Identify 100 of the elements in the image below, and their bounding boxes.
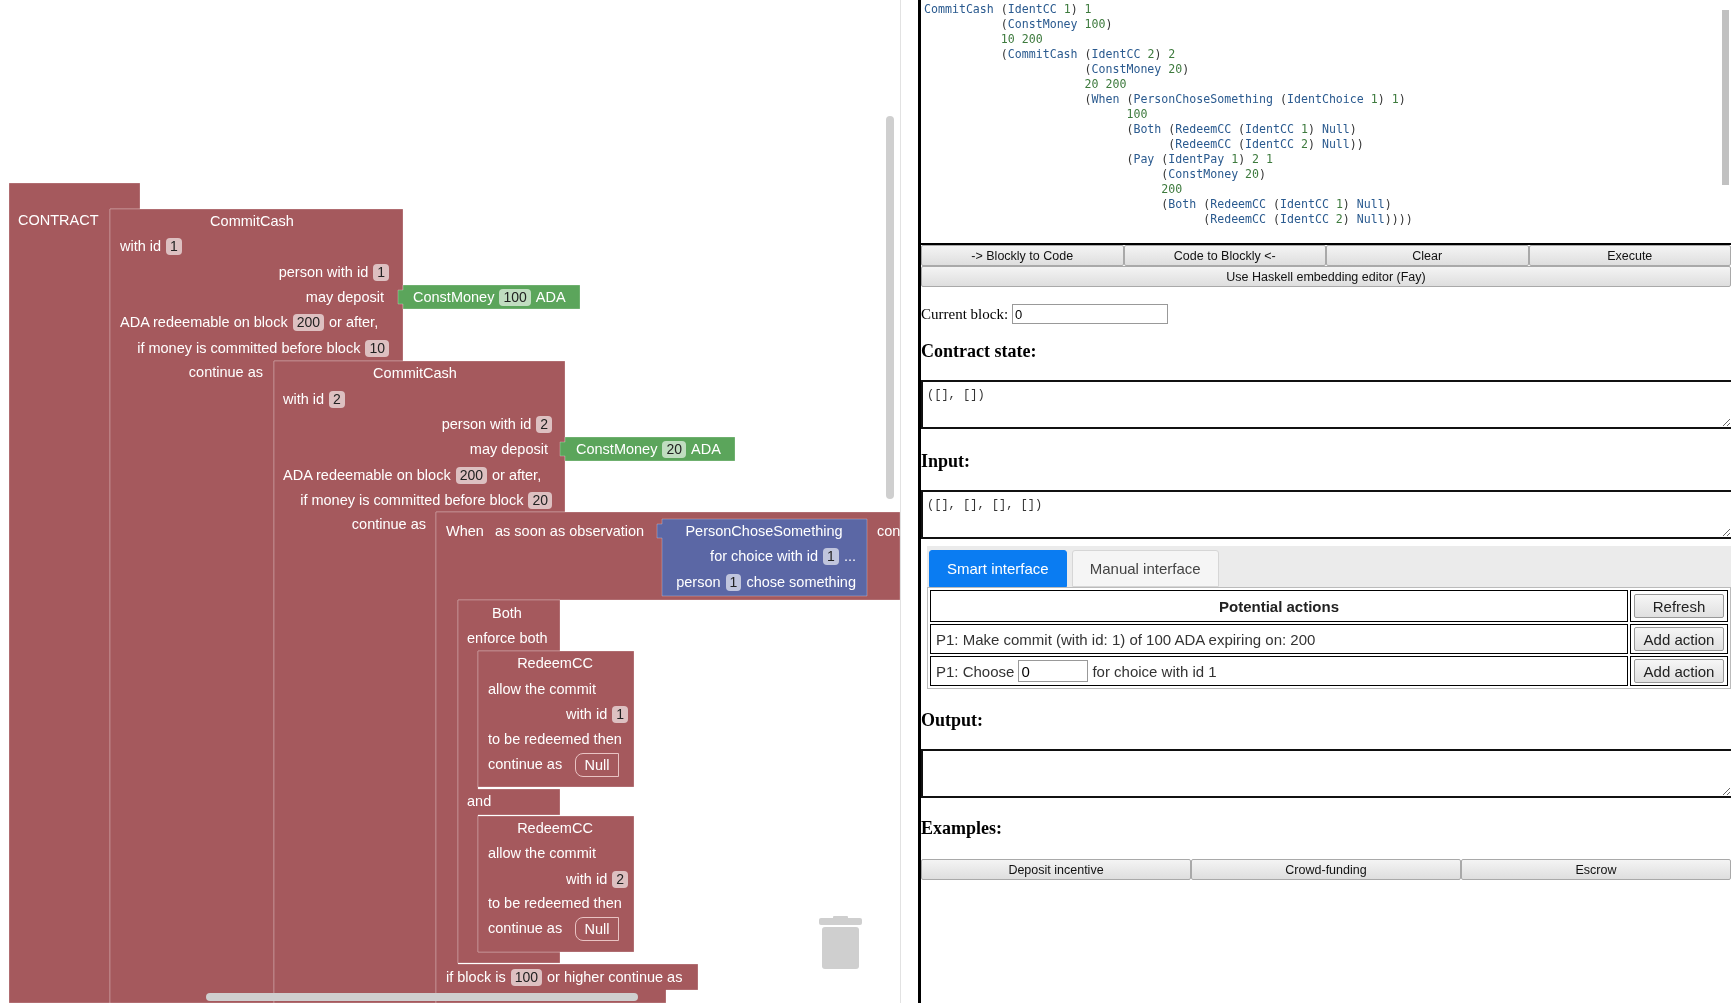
block-label: or after, bbox=[492, 467, 542, 483]
block-label: enforce both bbox=[467, 630, 548, 646]
block-label: or higher continue as bbox=[547, 969, 683, 985]
block-label: and bbox=[467, 793, 492, 809]
number-field[interactable]: 200 bbox=[455, 466, 487, 484]
number-field[interactable]: 1 bbox=[166, 237, 182, 255]
code-line: (RedeemCC (IdentCC 2) Null)) bbox=[1167, 137, 1365, 152]
block-label: ConstMoney bbox=[413, 289, 495, 305]
table-header: Potential actions bbox=[930, 590, 1628, 622]
null-block[interactable]: Null bbox=[575, 917, 619, 941]
block-label: allow the commit bbox=[488, 681, 596, 697]
block-label: or after, bbox=[329, 314, 379, 330]
code-line: (RedeemCC (IdentCC 2) Null)))) bbox=[1202, 212, 1414, 227]
input-field[interactable]: ([], [], [], []) bbox=[921, 490, 1731, 539]
number-field[interactable]: 20 bbox=[662, 440, 686, 458]
block-label: may deposit bbox=[469, 441, 548, 457]
value-block[interactable] bbox=[559, 436, 736, 462]
cell-text: P1: Choose bbox=[936, 662, 1015, 680]
code-line: 200 bbox=[1160, 182, 1184, 197]
code-line: 10 200 bbox=[999, 32, 1044, 47]
block-label: ... bbox=[843, 548, 856, 564]
cell-text: for choice with id 1 bbox=[1092, 662, 1217, 680]
code-line: (CommitCash (IdentCC 2) 2 bbox=[999, 47, 1177, 62]
field-label: Current block: bbox=[921, 305, 1009, 323]
block-label: to be redeemed then bbox=[488, 895, 622, 911]
block-label: if money is committed before block bbox=[300, 492, 524, 508]
block-label: chose something bbox=[746, 574, 856, 590]
block-label: as soon as observation bbox=[495, 523, 645, 539]
block-label: When bbox=[446, 523, 484, 539]
output-field[interactable] bbox=[921, 749, 1731, 798]
table-cell: P1: Make commit (with id: 1) of 100 ADA expiring on: 200 bbox=[930, 624, 1628, 654]
number-field[interactable]: 1 bbox=[373, 263, 389, 281]
block-label: CONTRACT bbox=[18, 212, 99, 228]
block-label: to be redeemed then bbox=[488, 731, 622, 747]
number-field[interactable]: 100 bbox=[499, 288, 531, 306]
toolbar-button[interactable]: -> Blockly to Code bbox=[921, 245, 1124, 266]
code-line: (Both (RedeemCC (IdentCC 1) Null) bbox=[1160, 197, 1393, 212]
add-action-button[interactable]: Add action bbox=[1634, 627, 1724, 651]
block-label: continue as bbox=[188, 364, 263, 380]
code-line: (ConstMoney 20) bbox=[1083, 62, 1191, 77]
number-field[interactable]: 10 bbox=[365, 339, 389, 357]
contract-state-field[interactable]: ([], []) bbox=[921, 380, 1731, 429]
block-label: continue as bbox=[351, 516, 426, 532]
block-label: continue as bbox=[488, 756, 563, 772]
code-line: (Pay (IdentPay 1) 2 1 bbox=[1125, 152, 1275, 167]
scrollbar[interactable] bbox=[206, 993, 638, 1001]
example-button[interactable]: Deposit incentive bbox=[921, 859, 1191, 880]
code-line: (ConstMoney 100) bbox=[999, 17, 1114, 32]
block-label: PersonChoseSomething bbox=[685, 523, 843, 539]
block-label: with id bbox=[566, 706, 608, 722]
block-label: if block is bbox=[446, 969, 506, 985]
toolbar-button[interactable]: Clear bbox=[1326, 245, 1529, 266]
code-line: 100 bbox=[1125, 107, 1149, 122]
block-label: CommitCash bbox=[373, 365, 457, 381]
block-label: ADA redeemable on block bbox=[283, 467, 451, 483]
observation-block[interactable] bbox=[656, 518, 868, 597]
choice-field[interactable]: 0 bbox=[1018, 660, 1089, 682]
block-label: ADA bbox=[691, 441, 721, 457]
tab[interactable]: Manual interface bbox=[1071, 550, 1219, 587]
block-label: may deposit bbox=[305, 289, 384, 305]
code-line: (When (PersonChoseSomething (IdentChoice 1) 1) bbox=[1083, 92, 1407, 107]
toolbar-button[interactable]: Execute bbox=[1528, 245, 1731, 266]
block-label: with id bbox=[566, 871, 608, 887]
number-field[interactable]: 2 bbox=[329, 390, 345, 408]
null-block[interactable]: Null bbox=[575, 753, 619, 777]
block-label: person with id bbox=[278, 264, 369, 280]
current-block-field[interactable]: 0 bbox=[1012, 304, 1169, 324]
scrollbar[interactable] bbox=[886, 116, 894, 499]
code-line: (ConstMoney 20) bbox=[1160, 167, 1268, 182]
number-field[interactable]: 1 bbox=[823, 547, 839, 565]
add-action-button[interactable]: Add action bbox=[1634, 659, 1724, 683]
block-label: con bbox=[877, 523, 900, 539]
example-button[interactable]: Crowd-funding bbox=[1191, 859, 1461, 880]
section-heading: Input: bbox=[921, 450, 972, 472]
statement-block[interactable] bbox=[477, 815, 635, 953]
editor-button[interactable]: Use Haskell embedding editor (Fay) bbox=[921, 266, 1731, 287]
block-label: Both bbox=[492, 605, 522, 621]
example-button[interactable]: Escrow bbox=[1461, 859, 1731, 880]
refresh-button[interactable]: Refresh bbox=[1634, 594, 1724, 618]
code-line: 20 200 bbox=[1083, 77, 1128, 92]
statement-block[interactable] bbox=[477, 650, 635, 788]
number-field[interactable]: 200 bbox=[292, 313, 324, 331]
number-field[interactable]: 2 bbox=[612, 870, 628, 888]
block-label: allow the commit bbox=[488, 845, 596, 861]
number-field[interactable]: 2 bbox=[536, 415, 552, 433]
block-label: ConstMoney bbox=[576, 441, 658, 457]
scrollbar[interactable] bbox=[1722, 10, 1729, 185]
block-label: continue as bbox=[488, 920, 563, 936]
value-block[interactable] bbox=[397, 284, 581, 310]
code-line: (Both (RedeemCC (IdentCC 1) Null) bbox=[1125, 122, 1358, 137]
toolbar-button[interactable]: Code to Blockly <- bbox=[1123, 245, 1326, 266]
number-field[interactable]: 1 bbox=[612, 705, 628, 723]
block-label: person bbox=[676, 574, 721, 590]
number-field[interactable]: 100 bbox=[510, 968, 542, 986]
tab[interactable]: Smart interface bbox=[929, 550, 1067, 587]
block-label: RedeemCC bbox=[517, 655, 593, 671]
block-label: person with id bbox=[441, 416, 532, 432]
number-field[interactable]: 20 bbox=[528, 491, 552, 509]
number-field[interactable]: 1 bbox=[725, 573, 742, 591]
section-heading: Output: bbox=[921, 709, 984, 731]
